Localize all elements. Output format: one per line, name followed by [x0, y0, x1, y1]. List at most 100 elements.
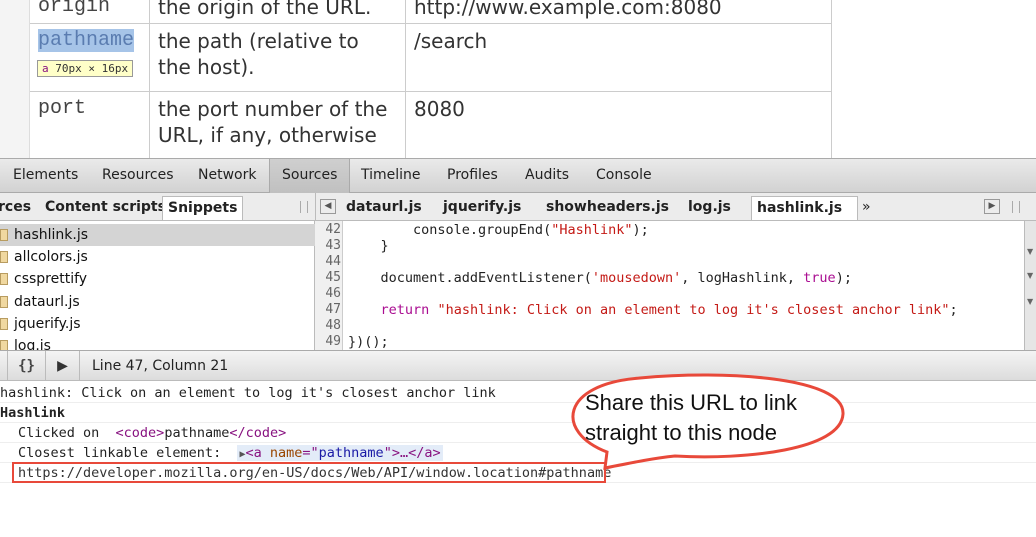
file-item[interactable]: allcolors.js	[0, 246, 315, 268]
tab-elements[interactable]: Elements	[13, 159, 78, 193]
file-label: hashlink.js	[14, 227, 89, 243]
tab-timeline[interactable]: Timeline	[361, 159, 421, 193]
file-item[interactable]: hashlink.js	[0, 224, 315, 246]
code-line: document.addEventListener('mousedown', l…	[348, 270, 852, 286]
snippets-file-list: hashlink.js allcolors.js cssprettify dat…	[0, 221, 315, 354]
pretty-print-button[interactable]: {}	[8, 351, 46, 381]
resize-handle[interactable]	[1012, 201, 1020, 213]
tab-sources[interactable]: Sources	[269, 159, 351, 193]
tab-snippets[interactable]: Snippets	[162, 196, 244, 220]
web-page: origin the origin of the URL. http://www…	[0, 0, 1036, 172]
file-label: dataurl.js	[14, 294, 80, 310]
code-line: })();	[348, 334, 389, 350]
code-token: "hashlink: Click on an element to log it…	[437, 302, 950, 318]
file-label: cssprettify	[14, 271, 88, 287]
tab-resources[interactable]: Resources	[102, 159, 174, 193]
tab-profiles[interactable]: Profiles	[447, 159, 498, 193]
file-icon	[0, 229, 8, 241]
editor-tab-hashlink[interactable]: hashlink.js ✕	[751, 196, 858, 238]
attr-value: pathname	[318, 445, 384, 461]
chevron-down-icon[interactable]: ▼	[1027, 247, 1033, 256]
tooltip-tag: a	[42, 62, 49, 75]
tag: ">…</a>	[383, 445, 441, 461]
editor-tab-jquerify[interactable]: jquerify.js	[443, 196, 521, 220]
pathname-link[interactable]: pathname	[38, 29, 135, 52]
tab-console[interactable]: Console	[596, 159, 652, 193]
file-label: jquerify.js	[14, 316, 81, 332]
toggle-debugger-icon[interactable]: ▶	[984, 199, 1000, 214]
tag: ="	[302, 445, 319, 461]
sources-subbar: rces Content scripts Snippets ◀ dataurl.…	[0, 193, 1036, 238]
console-group-header[interactable]: Hashlink	[0, 403, 1036, 423]
callout-text: Share this URL to link	[585, 390, 797, 415]
code-tag: </code>	[229, 425, 287, 441]
file-item[interactable]: cssprettify	[0, 268, 315, 290]
line-number[interactable]: 43	[315, 238, 341, 254]
file-item[interactable]: dataurl.js	[0, 291, 315, 313]
line-number[interactable]: 45	[315, 270, 341, 286]
code-token: );	[632, 222, 649, 238]
file-icon	[0, 296, 8, 308]
tab-sources-nav[interactable]: rces	[0, 196, 31, 220]
debugger-sidebar-scrollbar[interactable]: ▼ ▼ ▼	[1024, 221, 1036, 350]
code-token: return	[380, 302, 430, 318]
devtools-tabbar: Elements Resources Network Sources Timel…	[0, 158, 1036, 193]
console-message: hashlink: Click on an element to log it'…	[0, 383, 1036, 403]
run-snippet-icon[interactable]: ▶	[46, 351, 80, 381]
chevron-down-icon[interactable]: ▼	[1027, 271, 1033, 280]
line-number[interactable]: 44	[315, 254, 341, 270]
divider	[315, 193, 316, 221]
attr: name	[269, 445, 303, 461]
highlight-box	[12, 462, 606, 483]
toggle-navigator-icon[interactable]: ◀	[320, 199, 336, 214]
resize-handle[interactable]	[300, 201, 308, 213]
divider	[0, 351, 8, 381]
label: Clicked on	[18, 425, 116, 441]
file-icon	[0, 273, 8, 285]
table-cell: the path (relative to the host).	[150, 24, 406, 92]
table-cell: origin	[30, 0, 150, 24]
tab-network[interactable]: Network	[198, 159, 256, 193]
code-token: document.addEventListener(	[348, 270, 592, 286]
editor-tab-dataurl[interactable]: dataurl.js	[346, 196, 422, 220]
code-token: );	[835, 270, 852, 286]
code-token: console.groupEnd(	[348, 222, 552, 238]
file-icon	[0, 318, 8, 330]
file-item[interactable]: jquerify.js	[0, 313, 315, 335]
code-token: ;	[949, 302, 958, 318]
table-cell: http://www.example.com:8080	[406, 0, 832, 24]
file-icon	[0, 251, 8, 263]
line-number[interactable]: 42	[315, 222, 341, 238]
tab-audits[interactable]: Audits	[525, 159, 569, 193]
line-number[interactable]: 48	[315, 318, 341, 334]
line-number[interactable]: 49	[315, 334, 341, 350]
table-cell: pathname	[30, 24, 150, 92]
tab-content-scripts[interactable]: Content scripts	[45, 196, 166, 220]
callout-text: straight to this node	[585, 420, 778, 445]
code-editor[interactable]: 42 43 44 45 46 47 48 49 console.groupEnd…	[315, 221, 1024, 350]
code-tag: <code>	[115, 425, 165, 441]
console-message: Closest linkable element: ▶<a name="path…	[0, 443, 1036, 463]
editor-tab-showheaders[interactable]: showheaders.js	[546, 196, 669, 220]
element-node[interactable]: ▶<a name="pathname">…</a>	[237, 445, 443, 461]
code-text: pathname	[164, 425, 230, 441]
console-panel: hashlink: Click on an element to log it'…	[0, 381, 1036, 537]
line-number[interactable]: 47	[315, 302, 341, 318]
page-margin	[0, 0, 30, 158]
tag: <a	[245, 445, 270, 461]
code-token: 'mousedown'	[591, 270, 682, 286]
file-label: allcolors.js	[14, 249, 88, 265]
code-line: return "hashlink: Click on an element to…	[348, 302, 958, 318]
cursor-position: Line 47, Column 21	[92, 358, 229, 374]
chevron-down-icon[interactable]: ▼	[1027, 297, 1033, 306]
element-size-tooltip: a 70px × 16px	[37, 60, 134, 77]
more-tabs-button[interactable]: »	[862, 196, 871, 220]
line-number[interactable]: 46	[315, 286, 341, 302]
table-cell: /search	[406, 24, 832, 92]
editor-tab-log[interactable]: log.js	[688, 196, 731, 220]
status-bar: {} ▶ Line 47, Column 21	[0, 350, 1036, 381]
line-gutter: 42 43 44 45 46 47 48 49	[315, 221, 343, 350]
editor-tab-label: hashlink.js	[757, 200, 843, 216]
table-cell: the origin of the URL.	[150, 0, 406, 24]
